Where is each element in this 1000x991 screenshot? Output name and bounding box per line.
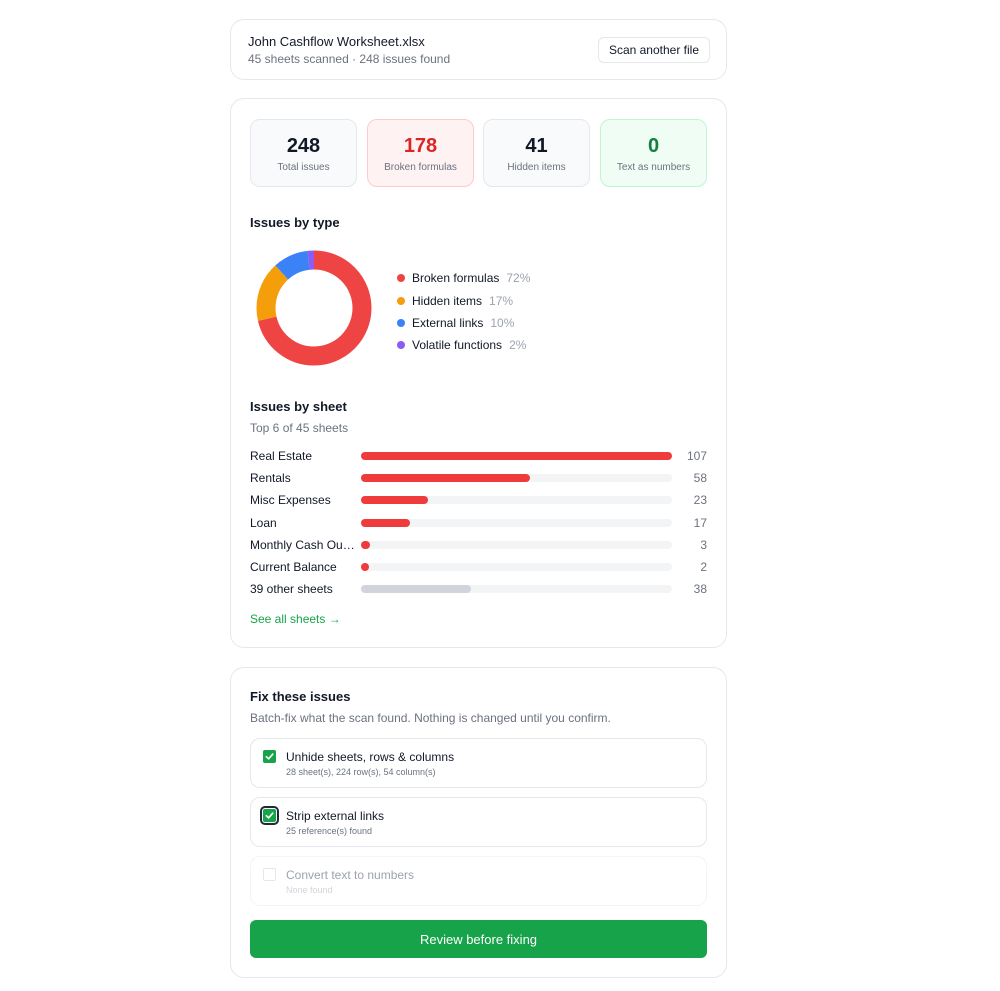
legend-item-external-links: External links 10% — [397, 312, 530, 334]
fix-option-detail: None found — [286, 885, 333, 895]
bar-fill — [361, 474, 530, 482]
legend-dot — [397, 274, 405, 283]
strip-links-checkbox[interactable] — [260, 806, 279, 825]
sheet-row: Loan 17 — [250, 513, 707, 533]
checkmark-icon — [265, 753, 274, 760]
sheet-name: Loan — [250, 516, 277, 530]
legend-percent: 72% — [506, 271, 531, 286]
fix-option-title: Convert text to numbers — [286, 868, 415, 882]
legend-percent: 2% — [509, 338, 527, 353]
bar-track — [361, 519, 672, 527]
sheet-issue-count: 17 — [693, 516, 707, 530]
sheet-name: Misc Expenses — [250, 493, 331, 507]
stat-text-as-numbers: 0 Text as numbers — [600, 119, 707, 187]
bar-track — [361, 541, 672, 549]
fix-option-detail: 28 sheet(s), 224 row(s), 54 column(s) — [286, 767, 436, 777]
stat-hidden-items: 41 Hidden items — [483, 119, 590, 187]
sheet-name: Current Balance — [250, 560, 337, 574]
bar-fill — [361, 541, 370, 549]
convert-text-checkbox — [263, 868, 276, 881]
bar-track — [361, 474, 672, 482]
file-header-card: John Cashflow Worksheet.xlsx 45 sheets s… — [230, 19, 727, 80]
review-before-fixing-button[interactable]: Review before fixing — [250, 920, 707, 958]
sheet-issue-count: 107 — [686, 449, 707, 463]
fix-option-strip-links[interactable]: Strip external links 25 reference(s) fou… — [250, 797, 707, 847]
sheet-issue-count: 38 — [693, 582, 707, 596]
bar-fill — [361, 496, 428, 504]
bar-fill — [361, 519, 411, 527]
sheet-issue-count: 3 — [700, 538, 707, 552]
stat-broken-formulas: 178 Broken formulas — [367, 119, 474, 187]
bar-track — [361, 452, 672, 460]
stat-label: Hidden items — [507, 162, 566, 173]
sheet-row: Current Balance 2 — [250, 557, 707, 577]
issues-by-type-donut — [256, 250, 372, 366]
issues-by-sheet-title: Issues by sheet — [250, 399, 347, 414]
stat-label: Broken formulas — [384, 162, 457, 173]
legend-label: External links — [412, 315, 484, 330]
bar-fill — [361, 452, 672, 460]
fix-option-detail: 25 reference(s) found — [286, 826, 373, 836]
sheet-row: Misc Expenses 23 — [250, 490, 707, 510]
fix-issues-subtitle: Batch-fix what the scan found. Nothing i… — [250, 711, 611, 725]
stat-label: Total issues — [277, 162, 330, 173]
legend-label: Broken formulas — [412, 271, 500, 286]
scan-another-file-button[interactable]: Scan another file — [597, 37, 710, 63]
checkmark-icon — [265, 812, 274, 819]
sheet-name: 39 other sheets — [250, 582, 333, 596]
fix-option-convert-text: Convert text to numbers None found — [250, 856, 707, 906]
legend-dot — [397, 318, 405, 327]
legend-label: Volatile functions — [412, 338, 503, 353]
unhide-checkbox[interactable] — [263, 750, 276, 763]
legend-percent: 17% — [489, 293, 514, 308]
issues-by-type-title: Issues by type — [250, 215, 340, 230]
sheet-row: 39 other sheets 38 — [250, 579, 707, 599]
legend-label: Hidden items — [412, 293, 483, 308]
stat-value: 41 — [525, 135, 548, 157]
legend-item-volatile-functions: Volatile functions 2% — [397, 334, 530, 356]
fix-option-title: Strip external links — [286, 809, 385, 823]
bar-fill — [361, 563, 369, 571]
stat-total-issues: 248 Total issues — [250, 119, 357, 187]
issues-by-type-legend: Broken formulas 72% Hidden items 17% Ext… — [397, 267, 530, 357]
bar-fill — [361, 585, 472, 593]
legend-item-hidden-items: Hidden items 17% — [397, 289, 530, 311]
sheet-name: Real Estate — [250, 449, 313, 463]
fix-option-title: Unhide sheets, rows & columns — [286, 750, 455, 764]
sheet-row: Rentals 58 — [250, 468, 707, 488]
file-scan-summary: 45 sheets scanned · 248 issues found — [248, 52, 451, 66]
legend-percent: 10% — [490, 315, 515, 330]
scan-results-card: 248 Total issues 178 Broken formulas 41 … — [230, 98, 727, 648]
sheet-row: Monthly Cash Out… 3 — [250, 535, 707, 555]
stat-label: Text as numbers — [616, 162, 691, 173]
sheet-issue-count: 58 — [693, 471, 707, 485]
fix-option-unhide[interactable]: Unhide sheets, rows & columns 28 sheet(s… — [250, 738, 707, 788]
see-all-sheets-link[interactable]: See all sheets → — [250, 612, 341, 626]
legend-item-broken-formulas: Broken formulas 72% — [397, 267, 530, 289]
fix-issues-title: Fix these issues — [250, 689, 351, 704]
issues-by-sheet-subtitle: Top 6 of 45 sheets — [250, 421, 349, 435]
file-name: John Cashflow Worksheet.xlsx — [248, 34, 425, 49]
bar-track — [361, 585, 672, 593]
bar-track — [361, 496, 672, 504]
stat-value: 178 — [403, 135, 438, 157]
stat-value: 0 — [647, 135, 660, 157]
sheet-name: Rentals — [250, 471, 291, 485]
sheet-issue-count: 23 — [693, 493, 707, 507]
legend-dot — [397, 296, 405, 305]
sheet-name: Monthly Cash Out… — [250, 538, 355, 552]
fix-issues-card: Fix these issues Batch-fix what the scan… — [230, 667, 727, 978]
legend-dot — [397, 341, 405, 350]
sheet-issue-count: 2 — [700, 560, 707, 574]
bar-track — [361, 563, 672, 571]
stat-value: 248 — [286, 135, 321, 157]
sheet-row: Real Estate 107 — [250, 446, 707, 466]
